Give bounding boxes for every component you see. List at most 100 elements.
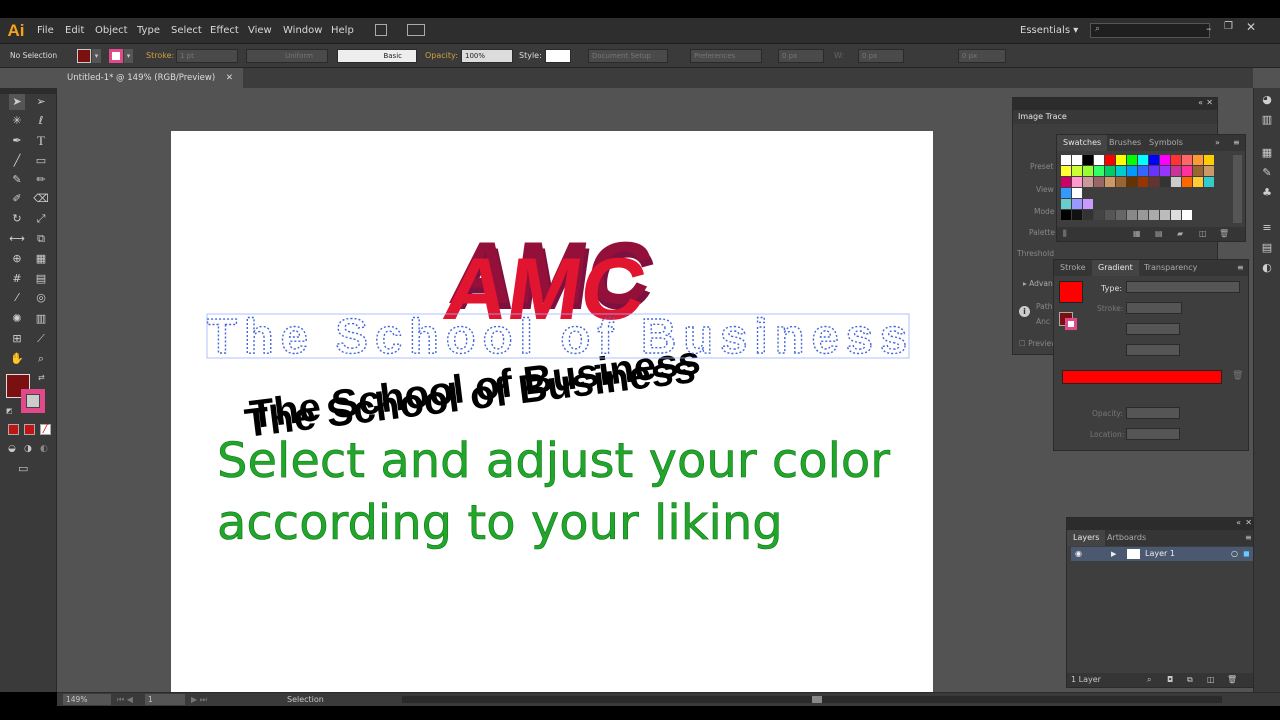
swatch-chip[interactable] bbox=[1127, 155, 1137, 165]
gradient-fill-preview[interactable] bbox=[1059, 281, 1083, 303]
brush-definition[interactable]: Basic bbox=[337, 49, 417, 63]
artboard-number-field[interactable]: 1 bbox=[145, 694, 185, 705]
brushes-dock-icon[interactable]: ✎ bbox=[1259, 165, 1275, 181]
color-panel-icon[interactable]: ◕ bbox=[1259, 92, 1275, 108]
tab-swatches[interactable]: Swatches bbox=[1057, 135, 1108, 151]
lasso-tool-icon[interactable]: ℓ bbox=[33, 113, 49, 129]
swatch-chip[interactable] bbox=[1138, 155, 1148, 165]
stroke-gradient-buttons[interactable] bbox=[1126, 302, 1182, 314]
symbol-sprayer-tool-icon[interactable]: ✺ bbox=[9, 311, 25, 327]
swatch-chip[interactable] bbox=[1160, 210, 1170, 220]
magic-wand-tool-icon[interactable]: ✳ bbox=[9, 113, 25, 129]
expand-icon[interactable]: » bbox=[1215, 135, 1220, 151]
none-mode-icon[interactable]: ╱ bbox=[40, 424, 51, 435]
swatch-chip[interactable] bbox=[1138, 177, 1148, 187]
pen-tool-icon[interactable]: ✒ bbox=[9, 133, 25, 149]
swatch-chip[interactable] bbox=[1061, 166, 1071, 176]
swatch-chip[interactable] bbox=[1182, 166, 1192, 176]
minimize-icon[interactable]: – bbox=[1206, 22, 1212, 35]
rotate-tool-icon[interactable]: ↻ bbox=[9, 211, 25, 227]
swatch-chip[interactable] bbox=[1072, 155, 1082, 165]
menu-effect[interactable]: Effect bbox=[210, 18, 239, 44]
close-icon[interactable]: ✕ bbox=[1245, 518, 1252, 527]
opacity-field[interactable]: 100% bbox=[461, 49, 513, 63]
perspective-grid-tool-icon[interactable]: ▦ bbox=[33, 251, 49, 267]
swatch-chip[interactable] bbox=[1094, 210, 1104, 220]
fill-dropdown[interactable]: ▾ bbox=[92, 49, 101, 63]
x-position-field[interactable]: 0 px bbox=[778, 49, 824, 63]
swatch-chip[interactable] bbox=[1193, 166, 1203, 176]
gradient-mode-icon[interactable] bbox=[24, 424, 35, 435]
paintbrush-tool-icon[interactable]: ✎ bbox=[9, 172, 25, 188]
swatch-chip[interactable] bbox=[1105, 177, 1115, 187]
swatch-chip[interactable] bbox=[1171, 210, 1181, 220]
swatch-chip[interactable] bbox=[1193, 155, 1203, 165]
swatch-chip[interactable] bbox=[1204, 155, 1214, 165]
swatches-scrollbar[interactable] bbox=[1233, 155, 1242, 223]
swatch-chip[interactable] bbox=[1149, 177, 1159, 187]
free-transform-tool-icon[interactable]: ⧉ bbox=[33, 231, 49, 247]
line-tool-icon[interactable]: ╱ bbox=[9, 153, 25, 169]
menu-window[interactable]: Window bbox=[283, 18, 322, 44]
close-icon[interactable]: ✕ bbox=[1206, 98, 1213, 107]
draw-behind-icon[interactable]: ◑ bbox=[24, 444, 32, 454]
bridge-icon[interactable] bbox=[375, 24, 387, 36]
stroke-weight-field[interactable]: 1 pt bbox=[176, 49, 238, 63]
show-swatch-kinds-icon[interactable]: ▦ bbox=[1133, 227, 1141, 241]
swatch-chip[interactable] bbox=[1204, 177, 1214, 187]
artboard-nav-next[interactable]: ▶ ⏭ bbox=[191, 693, 207, 706]
slice-tool-icon[interactable]: ⟋ bbox=[33, 331, 49, 347]
width-field[interactable]: 0 px bbox=[858, 49, 904, 63]
eraser-tool-icon[interactable]: ⌫ bbox=[33, 191, 49, 207]
menu-help[interactable]: Help bbox=[331, 18, 354, 44]
menu-view[interactable]: View bbox=[248, 18, 272, 44]
workspace-switcher[interactable]: Essentials ▾ bbox=[1020, 18, 1078, 44]
document-tab[interactable]: Untitled-1* @ 149% (RGB/Preview) ✕ bbox=[57, 68, 243, 88]
rectangle-tool-icon[interactable]: ▭ bbox=[33, 153, 49, 169]
maximize-icon[interactable]: ❐ bbox=[1224, 21, 1233, 32]
swatch-chip[interactable] bbox=[1072, 166, 1082, 176]
target-icon[interactable]: ○ bbox=[1231, 547, 1238, 561]
width-tool-icon[interactable]: ⟷ bbox=[9, 231, 25, 247]
swatch-chip[interactable] bbox=[1105, 210, 1115, 220]
swatch-chip[interactable] bbox=[1083, 177, 1093, 187]
gradient-slider[interactable] bbox=[1062, 370, 1222, 384]
swatch-chip[interactable] bbox=[1061, 199, 1071, 209]
swatch-chip[interactable] bbox=[1116, 166, 1126, 176]
stop-opacity-field[interactable] bbox=[1126, 407, 1180, 419]
panel-menu-icon[interactable]: ≡ bbox=[1245, 530, 1252, 546]
screen-mode-icon[interactable]: ▭ bbox=[18, 462, 28, 475]
swatch-chip[interactable] bbox=[1149, 166, 1159, 176]
swatch-chip[interactable] bbox=[1083, 199, 1093, 209]
swatch-chip[interactable] bbox=[1061, 210, 1071, 220]
swatch-chip[interactable] bbox=[1193, 177, 1203, 187]
menu-file[interactable]: File bbox=[37, 18, 54, 44]
swatch-chip[interactable] bbox=[1182, 155, 1192, 165]
swatch-chip[interactable] bbox=[1072, 199, 1082, 209]
swatch-chip[interactable] bbox=[1138, 210, 1148, 220]
default-colors-icon[interactable]: ◩ bbox=[6, 407, 13, 415]
artboard-nav-prev[interactable]: ⏮ ◀ bbox=[117, 693, 133, 706]
stroke-color-box[interactable] bbox=[21, 389, 45, 413]
collapse-icon[interactable]: « bbox=[1198, 98, 1203, 107]
swatch-chip[interactable] bbox=[1127, 210, 1137, 220]
new-swatch-icon[interactable]: ◫ bbox=[1199, 227, 1207, 241]
swatch-options-icon[interactable]: ▤ bbox=[1155, 227, 1163, 241]
swatch-chip[interactable] bbox=[1094, 166, 1104, 176]
swatch-chip[interactable] bbox=[1171, 155, 1181, 165]
swatch-chip[interactable] bbox=[1083, 155, 1093, 165]
delete-layer-icon[interactable]: 🗑 bbox=[1227, 673, 1237, 687]
help-search-input[interactable]: ⌕ bbox=[1090, 23, 1210, 38]
tab-layers[interactable]: Layers bbox=[1067, 530, 1106, 546]
swatch-chip[interactable] bbox=[1160, 177, 1170, 187]
variable-width-profile[interactable]: Uniform bbox=[246, 49, 328, 63]
tab-brushes[interactable]: Brushes bbox=[1103, 135, 1147, 151]
new-color-group-icon[interactable]: ▰ bbox=[1177, 227, 1183, 241]
swatch-chip[interactable] bbox=[1105, 166, 1115, 176]
swatch-chip[interactable] bbox=[1204, 166, 1214, 176]
tab-symbols[interactable]: Symbols bbox=[1143, 135, 1189, 151]
preview-checkbox[interactable]: ☐ Preview bbox=[1019, 339, 1057, 348]
swatch-chip[interactable] bbox=[1171, 177, 1181, 187]
menu-object[interactable]: Object bbox=[95, 18, 128, 44]
blob-brush-tool-icon[interactable]: ✐ bbox=[9, 191, 25, 207]
